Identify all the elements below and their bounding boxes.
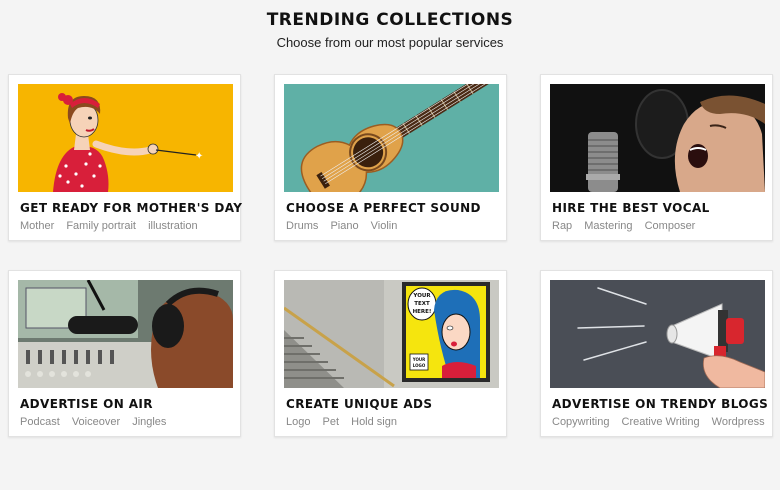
- tag-link[interactable]: Pet: [323, 416, 340, 428]
- collection-image-megaphone[interactable]: [550, 280, 765, 388]
- tag-link[interactable]: Violin: [371, 220, 398, 232]
- speech-bubble-line: HERE!: [413, 309, 432, 315]
- collection-image-singer[interactable]: [550, 84, 765, 192]
- tag-link[interactable]: Jingles: [132, 416, 166, 428]
- collection-card-perfect-sound[interactable]: CHOOSE A PERFECT SOUND Drums Piano Violi…: [274, 74, 507, 241]
- speech-bubble-line: TEXT: [414, 301, 430, 307]
- tag-link[interactable]: Copywriting: [552, 416, 609, 428]
- tag-link[interactable]: Hold sign: [351, 416, 397, 428]
- collection-card-best-vocal[interactable]: HIRE THE BEST VOCAL Rap Mastering Compos…: [540, 74, 773, 241]
- speech-bubble-line: YOUR: [412, 293, 431, 299]
- collection-image-pinup-woman[interactable]: ✦: [18, 84, 233, 192]
- tag-link[interactable]: Mother: [20, 220, 54, 232]
- tag-link[interactable]: Family portrait: [66, 220, 136, 232]
- collection-image-radio-studio[interactable]: [18, 280, 233, 388]
- collection-card-mothers-day[interactable]: ✦ GET READY FOR MOTHER'S DAY Mother Fami…: [8, 74, 242, 241]
- section-header: TRENDING COLLECTIONS Choose from our mos…: [0, 10, 780, 50]
- tag-link[interactable]: Rap: [552, 220, 572, 232]
- tag-link[interactable]: Mastering: [584, 220, 632, 232]
- tag-link[interactable]: Piano: [330, 220, 358, 232]
- svg-text:✦: ✦: [195, 151, 203, 162]
- collection-card-advertise-on-air[interactable]: ADVERTISE ON AIR Podcast Voiceover Jingl…: [8, 270, 241, 437]
- collection-tags: Logo Pet Hold sign: [286, 416, 406, 428]
- collection-title[interactable]: GET READY FOR MOTHER'S DAY: [20, 201, 242, 215]
- sign-line: YOUR: [412, 357, 425, 362]
- collection-tags: Podcast Voiceover Jingles: [20, 416, 175, 428]
- collection-tags: Copywriting Creative Writing Wordpress: [552, 416, 774, 428]
- collection-card-trendy-blogs[interactable]: ADVERTISE ON TRENDY BLOGS Copywriting Cr…: [540, 270, 773, 437]
- collection-card-unique-ads[interactable]: YOUR TEXT HERE! YOUR LOGO CREATE UNIQUE …: [274, 270, 507, 437]
- collection-title[interactable]: HIRE THE BEST VOCAL: [552, 201, 710, 215]
- tag-link[interactable]: Wordpress: [712, 416, 765, 428]
- collection-tags: Rap Mastering Composer: [552, 220, 704, 232]
- sign-line: LOGO: [413, 363, 426, 368]
- collection-tags: Drums Piano Violin: [286, 220, 406, 232]
- tag-link[interactable]: Creative Writing: [622, 416, 700, 428]
- collection-image-billboard[interactable]: YOUR TEXT HERE! YOUR LOGO: [284, 280, 499, 388]
- collection-title[interactable]: ADVERTISE ON AIR: [20, 397, 153, 411]
- tag-link[interactable]: Logo: [286, 416, 310, 428]
- collection-image-guitar[interactable]: [284, 84, 499, 192]
- collection-tags: Mother Family portrait illustration: [20, 220, 207, 232]
- tag-link[interactable]: illustration: [148, 220, 198, 232]
- collection-title[interactable]: ADVERTISE ON TRENDY BLOGS: [552, 397, 768, 411]
- tag-link[interactable]: Drums: [286, 220, 318, 232]
- section-title: TRENDING COLLECTIONS: [266, 10, 514, 30]
- section-subtitle: Choose from our most popular services: [276, 35, 504, 50]
- tag-link[interactable]: Podcast: [20, 416, 60, 428]
- tag-link[interactable]: Voiceover: [72, 416, 120, 428]
- tag-link[interactable]: Composer: [645, 220, 696, 232]
- collection-title[interactable]: CHOOSE A PERFECT SOUND: [286, 201, 481, 215]
- collection-title[interactable]: CREATE UNIQUE ADS: [286, 397, 432, 411]
